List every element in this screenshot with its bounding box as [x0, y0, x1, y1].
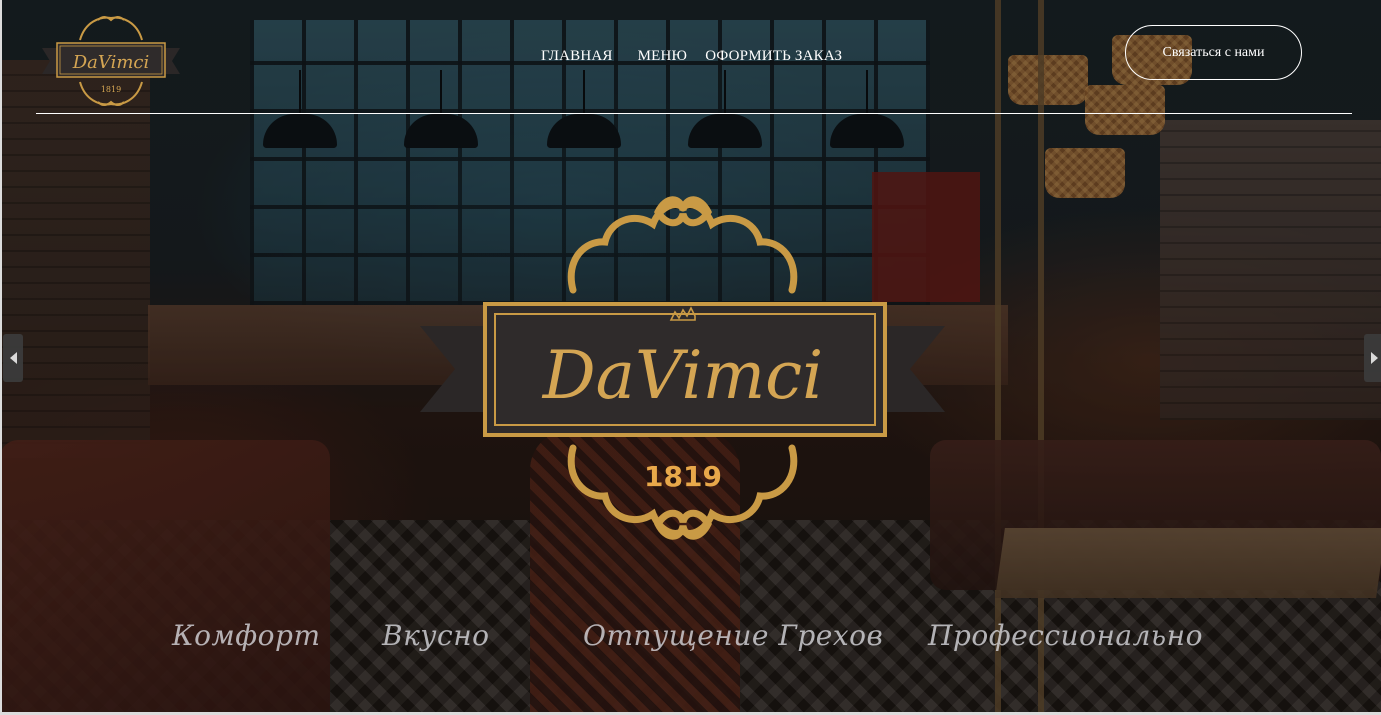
main-nav: ГЛАВНАЯ МЕНЮ ОФОРМИТЬ ЗАКАЗ	[541, 46, 842, 66]
tagline-professional: Профессионально	[928, 619, 1203, 652]
hero-section: DaVimci 1819 ГЛАВНАЯ МЕНЮ ОФОРМИТЬ ЗАКАЗ…	[0, 0, 1381, 715]
site-header: DaVimci 1819 ГЛАВНАЯ МЕНЮ ОФОРМИТЬ ЗАКАЗ…	[0, 0, 1381, 115]
nav-home-link[interactable]: ГЛАВНАЯ	[541, 46, 613, 66]
slider-prev-button[interactable]	[3, 334, 23, 382]
header-divider	[36, 113, 1352, 114]
center-logo-text: DaVimci	[542, 337, 824, 414]
tagline-absolution: Отпущение Грехов	[583, 619, 884, 652]
center-logo: DaVimci 1819	[415, 190, 950, 550]
chevron-left-icon	[9, 352, 17, 364]
contact-us-button[interactable]: Связаться с нами	[1125, 25, 1302, 80]
tagline-comfort: Комфорт	[172, 619, 321, 652]
chevron-right-icon	[1370, 352, 1378, 364]
header-logo[interactable]: DaVimci 1819	[40, 12, 182, 110]
nav-order-link[interactable]: ОФОРМИТЬ ЗАКАЗ	[705, 46, 842, 66]
center-logo-year: 1819	[644, 460, 722, 493]
center-logo-emblem: DaVimci 1819	[420, 196, 945, 540]
nav-menu-link[interactable]: МЕНЮ	[638, 46, 688, 66]
header-logo-year: 1819	[101, 85, 121, 94]
slider-next-button[interactable]	[1364, 334, 1381, 382]
page-left-border	[0, 0, 2, 715]
header-logo-text: DaVimci	[72, 52, 150, 73]
tagline-tasty: Вкусно	[382, 619, 490, 652]
header-logo-emblem: DaVimci 1819	[42, 16, 180, 106]
